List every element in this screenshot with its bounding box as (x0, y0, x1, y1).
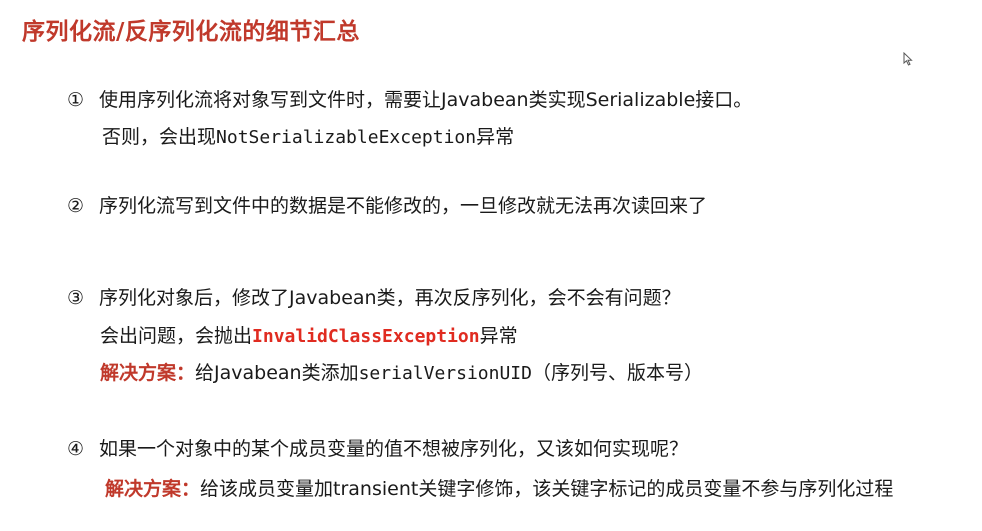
item-3-text: 序列化对象后，修改了Javabean类，再次反序列化，会不会有问题？ (99, 287, 681, 309)
item-3-line: ③ 序列化对象后，修改了Javabean类，再次反序列化，会不会有问题？ (67, 286, 681, 310)
item-3-solution: 解决方案：给Javabean类添加serialVersionUID（序列号、版本… (100, 361, 703, 386)
item-4-solution: 解决方案：给该成员变量加transient关键字修饰，该关键字标记的成员变量不参… (105, 477, 893, 501)
item-1-note-code: NotSerializableException (216, 127, 477, 148)
page-title: 序列化流/反序列化流的细节汇总 (22, 19, 360, 45)
item-2-text: 序列化流写到文件中的数据是不能修改的，一旦修改就无法再次读回来了 (99, 195, 708, 217)
item-1-text: 使用序列化流将对象写到文件时，需要让Javabean类实现Serializabl… (99, 89, 753, 111)
item-3-answer: 会出问题，会抛出InvalidClassException异常 (100, 324, 518, 349)
item-3-solution-prefix: 给Javabean类添加 (195, 362, 359, 384)
item-3-solution-suffix: （序列号、版本号） (531, 362, 703, 384)
item-1-line: ① 使用序列化流将对象写到文件时，需要让Javabean类实现Serializab… (67, 88, 752, 112)
item-1-note: 否则，会出现NotSerializableException异常 (102, 125, 514, 150)
item-1-number: ① (67, 89, 85, 111)
item-4-text: 如果一个对象中的某个成员变量的值不想被序列化，又该如何实现呢？ (99, 438, 689, 460)
item-3-answer-code: InvalidClassException (252, 326, 480, 347)
item-3-number: ③ (67, 287, 85, 309)
item-3-answer-suffix: 异常 (479, 325, 518, 347)
item-3-answer-prefix: 会出问题，会抛出 (100, 325, 253, 347)
item-4-number: ④ (67, 438, 85, 460)
item-4-solution-text: 给该成员变量加transient关键字修饰，该关键字标记的成员变量不参与序列化过… (200, 478, 894, 500)
item-4-solution-label: 解决方案： (105, 478, 201, 500)
item-2-line: ② 序列化流写到文件中的数据是不能修改的，一旦修改就无法再次读回来了 (67, 194, 707, 218)
item-1-note-suffix: 异常 (476, 126, 515, 148)
item-4-line: ④ 如果一个对象中的某个成员变量的值不想被序列化，又该如何实现呢？ (67, 437, 688, 461)
item-3-solution-label: 解决方案： (100, 362, 196, 384)
mouse-cursor-icon (903, 52, 913, 66)
item-2-number: ② (67, 195, 85, 217)
item-1-note-prefix: 否则，会出现 (102, 126, 217, 148)
item-3-solution-code: serialVersionUID (358, 363, 532, 384)
